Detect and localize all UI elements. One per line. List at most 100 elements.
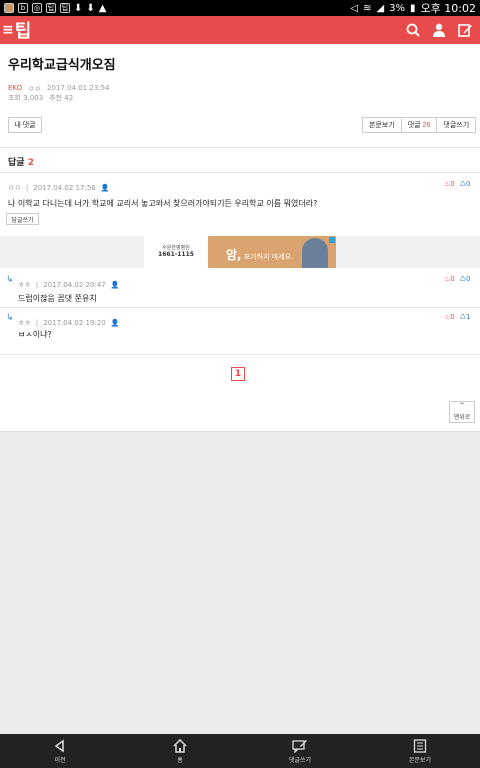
- my-comment-button[interactable]: 내 댓글: [8, 117, 42, 133]
- nav-back[interactable]: 이전: [0, 734, 120, 768]
- bottom-nav: 이전 홈 댓글쓰기 본문보기: [0, 734, 480, 768]
- comment-date: 2017.04.02 17:56: [33, 184, 96, 192]
- view-post-button[interactable]: 본문보기: [362, 117, 402, 133]
- comment-meta: ㅎㅎ | 2017.04.02 20:47 👤: [18, 280, 119, 290]
- nav-back-label: 이전: [54, 756, 66, 764]
- divider: [0, 147, 480, 148]
- nav-view-post-label: 본문보기: [408, 756, 432, 764]
- like-button[interactable]: ♨0: [444, 275, 455, 283]
- warning-icon: ▲: [98, 2, 107, 14]
- ad-image: [302, 238, 328, 268]
- comments-count: 26: [422, 121, 431, 129]
- nav-write-comment[interactable]: 댓글쓰기: [240, 734, 360, 768]
- wifi-icon: ≋: [363, 2, 372, 14]
- comment-text: 나 이학교 다니는데 너가 학교에 교리서 놓고와서 찾으러가야되기든 우리학교…: [8, 199, 318, 208]
- ad-headline: 암,: [226, 248, 242, 262]
- user-icon[interactable]: [432, 23, 446, 37]
- notification-icons: b ◎ 팁 팁 ⬇ ⬇ ▲: [4, 3, 106, 14]
- download-icon: ⬇: [74, 2, 83, 14]
- divider: [0, 354, 480, 355]
- back-icon: [54, 739, 64, 752]
- post-likes: 추천 42: [49, 94, 74, 102]
- dislike-count: 0: [466, 180, 471, 188]
- like-button[interactable]: ♨0: [444, 180, 455, 188]
- status-bar: b ◎ 팁 팁 ⬇ ⬇ ▲ ◁ ≋ ◢ 3% ▮ 오후 10:02: [0, 0, 480, 16]
- download-icon: ⬇: [86, 2, 95, 14]
- instagram-icon: ◎: [32, 3, 42, 13]
- reply-arrow-icon: ↳: [6, 313, 14, 323]
- user-icon: 👤: [110, 319, 120, 327]
- replies-label: 답글: [8, 158, 25, 168]
- like-count: 0: [450, 180, 455, 188]
- divider: [0, 172, 480, 173]
- comment-author[interactable]: ㅎㅎ: [18, 318, 31, 328]
- post-title: 우리학교급식개오짐: [8, 58, 116, 73]
- empty-area: [0, 431, 480, 734]
- write-comment-button[interactable]: 댓글쓰기: [437, 117, 477, 133]
- clock: 오후 10:02: [420, 2, 476, 15]
- reply-arrow-icon: ↳: [6, 275, 14, 285]
- user-icon: 👤: [110, 281, 120, 289]
- battery-icon: ▮: [410, 2, 416, 14]
- dislike-button[interactable]: ♺0: [460, 180, 471, 188]
- app-notification-icon: 팁: [46, 3, 56, 13]
- dislike-count: 0: [466, 275, 471, 283]
- comments-button[interactable]: 댓글 26: [401, 117, 438, 133]
- app-notification-icon: 팁: [60, 3, 70, 13]
- replies-count: 2: [27, 158, 34, 168]
- logo-text: 팁: [14, 21, 32, 42]
- comment-text: ㅂㅅ이냐?: [18, 330, 52, 339]
- ad-banner[interactable]: 수원한병병원 1661-1115 암, 포기하지 마세요.: [0, 236, 480, 268]
- comment-text: 드럽이잖음 꼽댓 쭌유치: [18, 294, 97, 303]
- ad-right: 암, 포기하지 마세요.: [208, 236, 336, 268]
- comment-votes: ♨0 ♺0: [444, 275, 471, 283]
- separator: |: [35, 281, 39, 289]
- divider: [0, 307, 480, 308]
- comment-meta: ㅇㅇ | 2017.04.02 17:56 👤: [8, 183, 109, 193]
- page-1-button[interactable]: 1: [231, 367, 245, 381]
- app-notification-icon: [4, 3, 14, 13]
- comment-votes: ♨0 ♺0: [444, 180, 471, 188]
- chevron-up-icon: ⌃: [458, 402, 466, 412]
- dislike-button[interactable]: ♺1: [460, 313, 471, 321]
- app-header: ≡ 팁: [0, 16, 480, 44]
- like-count: 0: [450, 275, 455, 283]
- ad-text: 포기하지 마세요.: [243, 253, 294, 261]
- logo[interactable]: ≡ 팁: [2, 17, 32, 43]
- comment-toolbar: 본문보기 댓글 26 댓글쓰기: [362, 117, 477, 133]
- comment-date: 2017.04.02 19:20: [43, 319, 106, 327]
- comment-author[interactable]: ㅇㅇ: [8, 183, 21, 193]
- scroll-top-button[interactable]: ⌃ 맨위로: [449, 401, 475, 423]
- like-count: 0: [450, 313, 455, 321]
- separator: |: [35, 319, 39, 327]
- menu-icon[interactable]: ≡: [2, 22, 14, 38]
- comment-votes: ♨0 ♺1: [444, 313, 471, 321]
- comment-meta: ㅎㅎ | 2017.04.02 19:20 👤: [18, 318, 119, 328]
- scroll-top-label: 맨위로: [453, 414, 471, 421]
- mute-icon: ◁: [350, 2, 359, 14]
- post-stats: 조회 3,003 추천 42: [8, 93, 73, 103]
- separator: |: [25, 184, 29, 192]
- edit-icon[interactable]: [458, 23, 472, 37]
- dislike-count: 1: [466, 313, 471, 321]
- signal-icon: ◢: [376, 2, 385, 14]
- app-notification-icon: b: [18, 3, 28, 13]
- battery-text: 3%: [389, 2, 406, 14]
- comment-author[interactable]: ㅎㅎ: [18, 280, 31, 290]
- write-comment-icon: [292, 739, 307, 753]
- dislike-button[interactable]: ♺0: [460, 275, 471, 283]
- replies-header: 답글 2: [8, 155, 34, 168]
- search-icon[interactable]: [406, 23, 420, 37]
- nav-home[interactable]: 홈: [120, 734, 240, 768]
- reply-button[interactable]: 답글쓰기: [6, 213, 39, 225]
- nav-write-comment-label: 댓글쓰기: [288, 756, 312, 764]
- ad-close-icon[interactable]: [329, 237, 335, 243]
- ad-left: 수원한병병원 1661-1115: [144, 236, 208, 268]
- nav-home-label: 홈: [177, 756, 183, 764]
- like-button[interactable]: ♨0: [444, 313, 455, 321]
- ad-phone: 1661-1115: [158, 251, 194, 258]
- home-icon: [173, 738, 187, 753]
- comment-date: 2017.04.02 20:47: [43, 281, 106, 289]
- nav-view-post[interactable]: 본문보기: [360, 734, 480, 768]
- comments-label: 댓글: [407, 122, 421, 129]
